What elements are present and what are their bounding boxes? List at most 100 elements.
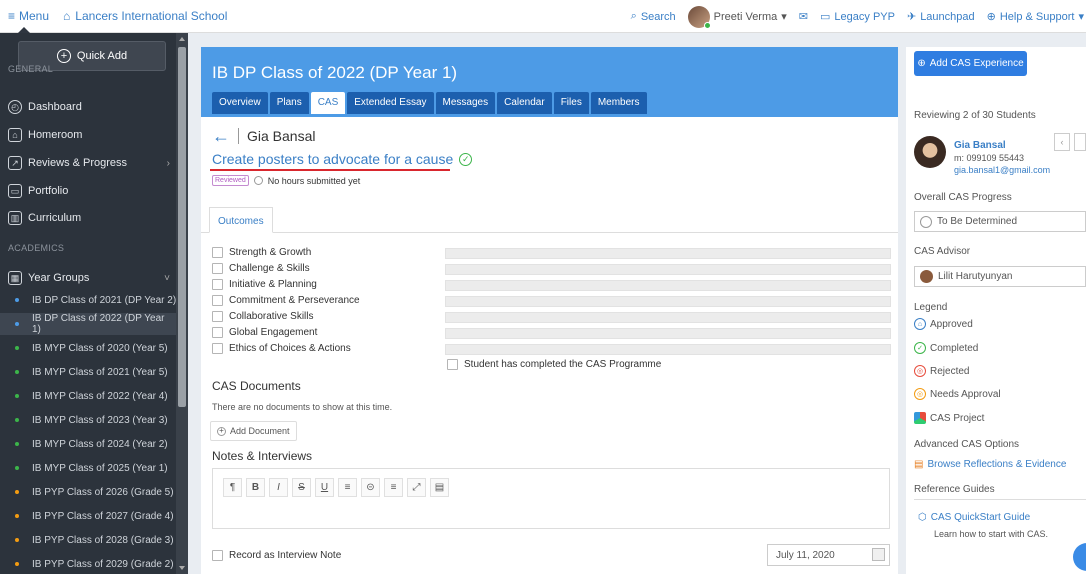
bullet-icon [15,322,19,326]
browse-reflections-link[interactable]: ▤ Browse Reflections & Evidence [914,459,1066,470]
add-document-button[interactable]: + Add Document [210,421,297,441]
group-label: IB MYP Class of 2022 (Year 4) [32,390,168,402]
strikethrough-icon[interactable]: S [292,478,311,497]
tab-overview[interactable]: Overview [212,92,268,114]
sidebar-item-homeroom[interactable]: ⌂ Homeroom [8,124,178,146]
tab-members[interactable]: Members [590,92,647,114]
outcome-bar [445,280,891,291]
outcome-row[interactable]: Collaborative Skills [212,309,313,324]
student-name-link[interactable]: Gia Bansal [954,140,1006,151]
date-input[interactable]: July 11, 2020 [767,544,890,566]
tab-files[interactable]: Files [553,92,589,114]
outcome-checkbox[interactable] [212,247,223,258]
school-link[interactable]: ⌂ Lancers International School [63,9,227,23]
tab-cas[interactable]: CAS [310,92,346,114]
advisor-select[interactable]: Lilit Harutyunyan [914,266,1086,287]
sidebar-scrollbar[interactable] [176,33,188,574]
italic-icon[interactable]: I [269,478,288,497]
completed-checkbox[interactable] [447,359,458,370]
sidebar-item-curriculum[interactable]: ▥ Curriculum [8,207,178,229]
back-arrow-icon[interactable]: ← [212,127,230,145]
outcome-row[interactable]: Strength & Growth [212,245,311,260]
legend-needs-approval: ◎ Needs Approval [914,388,1001,400]
sidebar-group-item[interactable]: IB PYP Class of 2026 (Grade 5) [8,481,178,503]
fullscreen-icon[interactable]: ⤢ [407,478,426,497]
outcome-checkbox[interactable] [212,327,223,338]
help-support-link[interactable]: ⊕ Help & Support ▾ [987,10,1084,24]
tab-bar: Overview Plans CAS Extended Essay Messag… [212,92,647,114]
prev-student-button[interactable]: ‹ [1054,133,1070,151]
sidebar-item-portfolio[interactable]: ▭ Portfolio [8,180,178,202]
reviewing-count: Reviewing 2 of 30 Students [914,110,1036,121]
sidebar-group-item[interactable]: IB PYP Class of 2029 (Grade 2) [8,553,178,574]
calendar-icon[interactable] [872,548,885,561]
sidebar-item-reviews-progress[interactable]: ↗ Reviews & Progress › [8,152,178,174]
student-email[interactable]: gia.bansal1@gmail.com [954,165,1050,175]
search-label: Search [640,10,676,23]
sidebar-group-item[interactable]: IB MYP Class of 2021 (Year 5) [8,361,178,383]
menu-button[interactable]: ≡ Menu [8,9,49,23]
tab-extended-essay[interactable]: Extended Essay [347,92,434,114]
link-icon[interactable]: ⊝ [361,478,380,497]
legacy-pyp-link[interactable]: ▭ Legacy PYP [820,10,895,24]
outcomes-tab-bar: Outcomes [201,207,898,233]
sidebar-group-item[interactable]: IB PYP Class of 2027 (Grade 4) [8,505,178,527]
user-name: Preeti Verma [713,10,778,23]
group-label: IB PYP Class of 2029 (Grade 2) [32,558,174,570]
paragraph-icon[interactable]: ¶ [223,478,242,497]
sidebar-item-year-groups[interactable]: ▦ Year Groups ˅ [8,267,178,289]
progress-select[interactable]: To Be Determined [914,211,1086,232]
group-label: IB DP Class of 2021 (DP Year 2) [32,294,177,306]
tab-outcomes[interactable]: Outcomes [209,207,273,233]
sidebar-group-item[interactable]: IB MYP Class of 2023 (Year 3) [8,409,178,431]
messages-button[interactable]: ✉ [799,10,808,23]
sidebar-group-item[interactable]: IB MYP Class of 2020 (Year 5) [8,337,178,359]
bold-icon[interactable]: B [246,478,265,497]
outcome-row[interactable]: Ethics of Choices & Actions [212,341,351,356]
tab-messages[interactable]: Messages [435,92,496,114]
outcome-checkbox[interactable] [212,263,223,274]
bullet-icon [15,442,19,446]
completed-row[interactable]: Student has completed the CAS Programme [447,359,661,370]
sidebar-group-item[interactable]: IB PYP Class of 2028 (Grade 3) [8,529,178,551]
search-button[interactable]: ⌕ Search [631,10,676,23]
sidebar-group-item[interactable]: IB MYP Class of 2022 (Year 4) [8,385,178,407]
add-cas-experience-button[interactable]: ⊕ Add CAS Experience [914,51,1027,76]
notes-editor[interactable]: ¶ B I S U ≡ ⊝ ≡ ⤢ ▤ [212,468,890,529]
right-panel: ⊕ Add CAS Experience Reviewing 2 of 30 S… [906,47,1086,574]
editor-toolbar: ¶ B I S U ≡ ⊝ ≡ ⤢ ▤ [223,478,449,497]
outcome-row[interactable]: Challenge & Skills [212,261,310,276]
sidebar-group-item[interactable]: IB DP Class of 2021 (DP Year 2) [8,289,178,311]
outcome-row[interactable]: Initiative & Planning [212,277,317,292]
next-student-button[interactable] [1074,133,1086,151]
record-checkbox[interactable] [212,550,223,561]
sidebar-group-item[interactable]: IB DP Class of 2022 (DP Year 1) [0,313,176,335]
rejected-icon: ◎ [914,365,926,377]
scrollbar-thumb[interactable] [178,47,186,407]
clock-icon [253,176,263,185]
outcome-bar [445,264,891,275]
align-icon[interactable]: ≡ [384,478,403,497]
user-menu[interactable]: Preeti Verma ▾ [687,5,787,29]
outcome-checkbox[interactable] [212,279,223,290]
record-row[interactable]: Record as Interview Note [212,550,341,561]
quickstart-guide-link[interactable]: ⬡ CAS QuickStart Guide [918,512,1030,523]
sidebar-group-item[interactable]: IB MYP Class of 2025 (Year 1) [8,457,178,479]
sidebar-item-dashboard[interactable]: ◴ Dashboard [8,96,178,118]
launchpad-link[interactable]: ✈ Launchpad [907,10,975,24]
document-icon[interactable]: ▤ [430,478,449,497]
underline-icon[interactable]: U [315,478,334,497]
school-name: Lancers International School [75,9,228,23]
outcome-row[interactable]: Commitment & Perseverance [212,293,360,308]
sidebar-group-item[interactable]: IB MYP Class of 2024 (Year 2) [8,433,178,455]
outcome-checkbox[interactable] [212,295,223,306]
tab-plans[interactable]: Plans [269,92,309,114]
documents-heading: CAS Documents [212,379,301,393]
outcome-checkbox[interactable] [212,311,223,322]
tab-calendar[interactable]: Calendar [497,92,552,114]
outcome-row[interactable]: Global Engagement [212,325,317,340]
legend-label: Rejected [930,365,970,377]
outcome-checkbox[interactable] [212,343,223,354]
list-icon[interactable]: ≡ [338,478,357,497]
legend-label: Needs Approval [930,388,1001,400]
